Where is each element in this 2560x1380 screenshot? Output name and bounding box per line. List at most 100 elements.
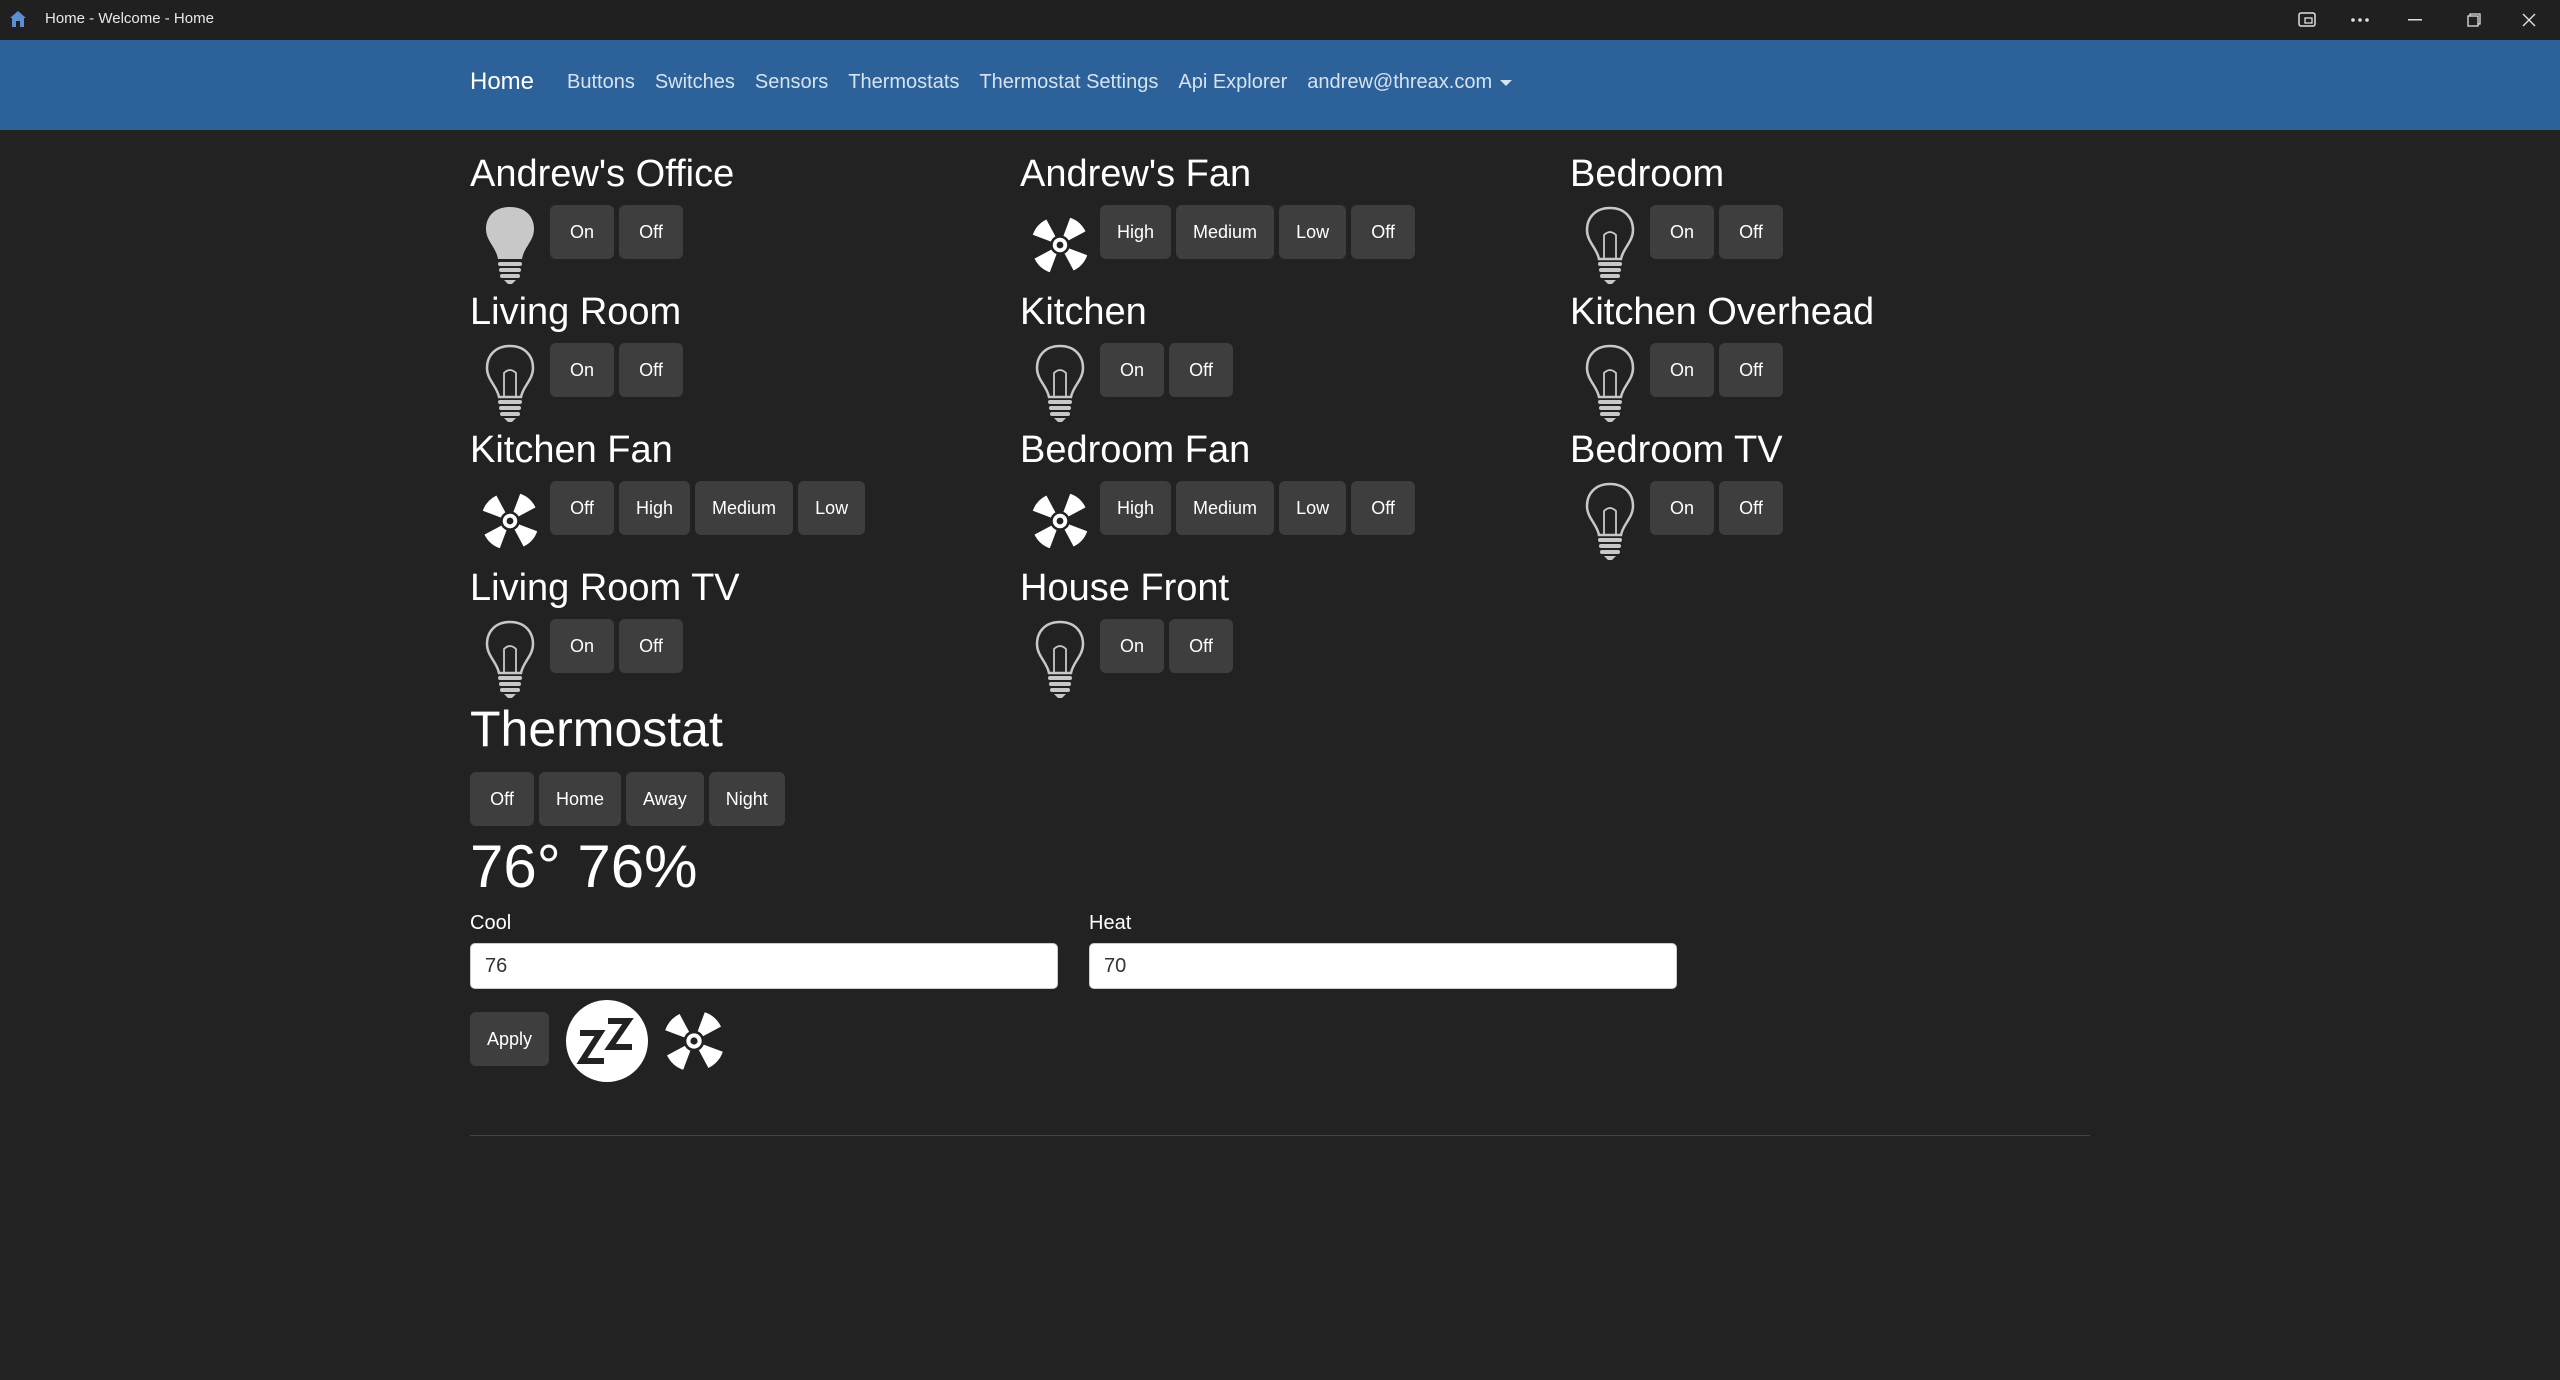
cool-input[interactable] xyxy=(470,943,1058,989)
device-title: Kitchen Overhead xyxy=(1570,291,1875,333)
device-buttons: On Off xyxy=(1650,205,1783,259)
cast-icon[interactable] xyxy=(2280,0,2334,40)
sleep-zz-icon[interactable] xyxy=(566,1000,648,1082)
andrew-s-office-off-button[interactable]: Off xyxy=(619,205,683,259)
restore-button[interactable] xyxy=(2447,0,2501,40)
more-options-icon[interactable] xyxy=(2333,0,2387,40)
device-title: Bedroom xyxy=(1570,153,1725,195)
nav-link-buttons[interactable]: Buttons xyxy=(567,71,635,94)
bulb-off-icon xyxy=(1570,205,1650,285)
device-buttons: On Off xyxy=(1100,619,1233,673)
bedroom-tv-on-button[interactable]: On xyxy=(1650,481,1714,535)
thermostat-title: Thermostat xyxy=(470,701,723,757)
device-buttons: On Off xyxy=(1650,343,1783,397)
kitchen-fan-medium-button[interactable]: Medium xyxy=(695,481,794,535)
house-front-on-button[interactable]: On xyxy=(1100,619,1164,673)
device-buttons: On Off xyxy=(1650,481,1783,535)
bedroom-fan-medium-button[interactable]: Medium xyxy=(1176,481,1275,535)
andrew-s-fan-off-button[interactable]: Off xyxy=(1351,205,1416,259)
thermostat-mode-night-button[interactable]: Night xyxy=(708,772,785,826)
nav-link-thermostat-settings[interactable]: Thermostat Settings xyxy=(979,71,1158,94)
andrew-s-office-on-button[interactable]: On xyxy=(550,205,614,259)
nav-link-thermostats[interactable]: Thermostats xyxy=(848,71,959,94)
bulb-off-icon xyxy=(470,343,550,423)
living-room-off-button[interactable]: Off xyxy=(619,343,683,397)
device-kitchen-overhead: Kitchen Overhead On Off xyxy=(1570,288,2110,426)
device-title: Kitchen Fan xyxy=(470,429,673,471)
bedroom-off-button[interactable]: Off xyxy=(1719,205,1783,259)
bedroom-fan-low-button[interactable]: Low xyxy=(1279,481,1347,535)
device-buttons: High Medium Low Off xyxy=(1100,481,1416,535)
kitchen-overhead-on-button[interactable]: On xyxy=(1650,343,1714,397)
thermostat-mode-home-button[interactable]: Home xyxy=(539,772,622,826)
fan-icon xyxy=(470,481,550,561)
kitchen-fan-low-button[interactable]: Low xyxy=(798,481,866,535)
user-menu-dropdown[interactable]: andrew@threax.com xyxy=(1307,71,1513,94)
thermostat-mode-buttons: Off Home Away Night xyxy=(470,772,785,826)
bedroom-fan-off-button[interactable]: Off xyxy=(1351,481,1416,535)
kitchen-off-button[interactable]: Off xyxy=(1169,343,1233,397)
device-title: Bedroom TV xyxy=(1570,429,1783,471)
device-buttons: On Off xyxy=(1100,343,1233,397)
device-living-room: Living Room On Off xyxy=(470,288,1010,426)
device-title: House Front xyxy=(1020,567,1230,609)
minimize-button[interactable] xyxy=(2388,0,2442,40)
andrew-s-fan-low-button[interactable]: Low xyxy=(1279,205,1347,259)
nav-brand-home[interactable]: Home xyxy=(470,68,534,96)
nav-links: Buttons Switches Sensors Thermostats The… xyxy=(567,71,1513,94)
living-room-tv-on-button[interactable]: On xyxy=(550,619,614,673)
thermostat-fan-icon[interactable] xyxy=(658,1005,730,1077)
thermostat-reading: 76° 76% xyxy=(470,833,698,900)
apply-button[interactable]: Apply xyxy=(470,1012,550,1066)
device-title: Living Room TV xyxy=(470,567,740,609)
nav-link-sensors[interactable]: Sensors xyxy=(755,71,828,94)
kitchen-overhead-off-button[interactable]: Off xyxy=(1719,343,1783,397)
device-bedroom-fan: Bedroom Fan High Medium Low Off xyxy=(1020,426,1560,564)
nav-link-api-explorer[interactable]: Api Explorer xyxy=(1178,71,1287,94)
bedroom-tv-off-button[interactable]: Off xyxy=(1719,481,1783,535)
living-room-on-button[interactable]: On xyxy=(550,343,614,397)
device-buttons: On Off xyxy=(550,343,683,397)
device-buttons: On Off xyxy=(550,205,683,259)
thermostat-mode-away-button[interactable]: Away xyxy=(626,772,704,826)
andrew-s-fan-high-button[interactable]: High xyxy=(1100,205,1172,259)
kitchen-on-button[interactable]: On xyxy=(1100,343,1164,397)
bulb-off-icon xyxy=(1570,481,1650,561)
house-front-off-button[interactable]: Off xyxy=(1169,619,1233,673)
home-app-icon xyxy=(8,9,28,29)
top-navbar: Home Buttons Switches Sensors Thermostat… xyxy=(0,40,2560,130)
footer-divider xyxy=(470,1135,2090,1136)
kitchen-fan-off-button[interactable]: Off xyxy=(550,481,614,535)
device-kitchen-fan: Kitchen Fan Off High Medium Low xyxy=(470,426,1010,564)
device-andrew-s-fan: Andrew's Fan High Medium Low Off xyxy=(1020,150,1560,288)
device-house-front: House Front On Off xyxy=(1020,564,1560,702)
fan-icon xyxy=(1020,481,1100,561)
device-title: Andrew's Office xyxy=(470,153,735,195)
device-bedroom-tv: Bedroom TV On Off xyxy=(1570,426,2110,564)
bedroom-fan-high-button[interactable]: High xyxy=(1100,481,1172,535)
device-title: Kitchen xyxy=(1020,291,1147,333)
bulb-on-icon xyxy=(470,205,550,285)
kitchen-fan-high-button[interactable]: High xyxy=(619,481,691,535)
window-title: Home - Welcome - Home xyxy=(45,10,214,27)
heat-label: Heat xyxy=(1089,912,1132,934)
close-button[interactable] xyxy=(2502,0,2556,40)
device-title: Living Room xyxy=(470,291,682,333)
device-buttons: High Medium Low Off xyxy=(1100,205,1416,259)
bedroom-on-button[interactable]: On xyxy=(1650,205,1714,259)
nav-link-switches[interactable]: Switches xyxy=(655,71,735,94)
living-room-tv-off-button[interactable]: Off xyxy=(619,619,683,673)
device-title: Andrew's Fan xyxy=(1020,153,1252,195)
device-bedroom: Bedroom On Off xyxy=(1570,150,2110,288)
chevron-down-icon xyxy=(1500,79,1513,86)
bulb-off-icon xyxy=(470,619,550,699)
andrew-s-fan-medium-button[interactable]: Medium xyxy=(1176,205,1275,259)
device-andrew-s-office: Andrew's Office On Off xyxy=(470,150,1010,288)
bulb-off-icon xyxy=(1020,619,1100,699)
device-kitchen: Kitchen On Off xyxy=(1020,288,1560,426)
heat-input[interactable] xyxy=(1089,943,1677,989)
thermostat-mode-off-button[interactable]: Off xyxy=(470,772,534,826)
bulb-off-icon xyxy=(1570,343,1650,423)
cool-label: Cool xyxy=(470,912,512,934)
device-buttons: Off High Medium Low xyxy=(550,481,866,535)
